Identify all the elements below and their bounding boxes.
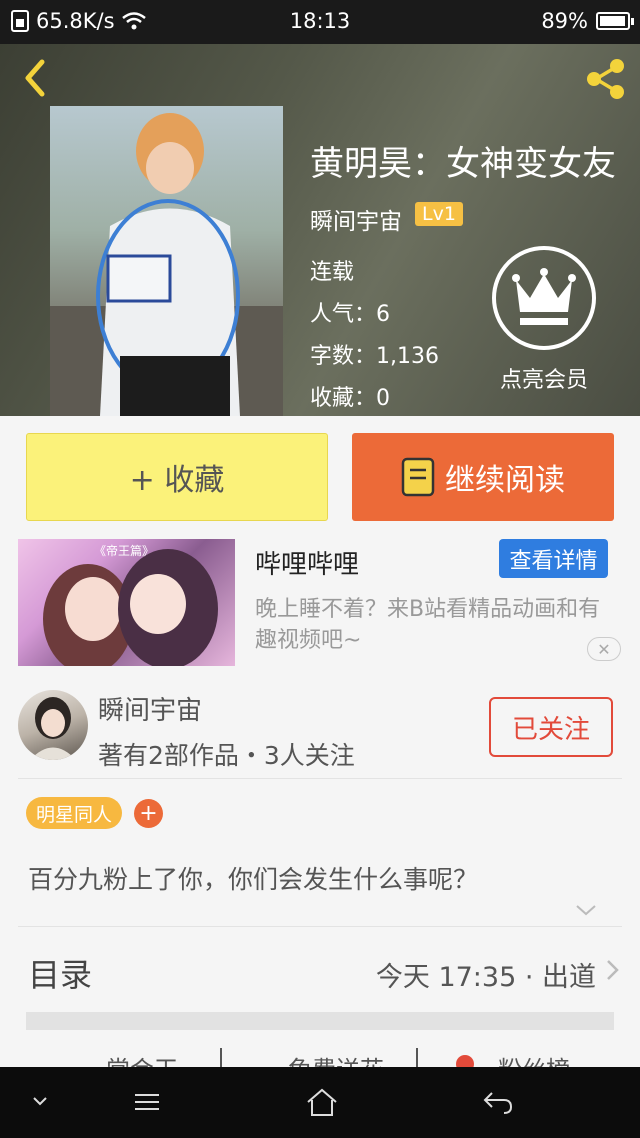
- add-tag-button[interactable]: +: [134, 799, 163, 828]
- cover-illustration: [50, 113, 283, 416]
- book-word-count: 字数：1,136: [310, 344, 439, 369]
- book-cover[interactable]: [50, 106, 283, 416]
- book-icon: [401, 457, 435, 497]
- chevron-right-icon[interactable]: [602, 958, 622, 982]
- book-favorites: 收藏：0: [310, 386, 390, 411]
- back-icon[interactable]: [18, 58, 58, 98]
- share-icon[interactable]: [582, 56, 628, 102]
- ad-description[interactable]: 晚上睡不着？来B站看精品动画和有趣视频吧~: [255, 594, 620, 656]
- system-nav-bar: [0, 1067, 640, 1138]
- book-status: 连载: [310, 260, 355, 285]
- avatar-photo: [30, 697, 76, 760]
- toc-latest-update[interactable]: 今天 17:35 · 出道: [376, 955, 596, 994]
- book-author[interactable]: 瞬间宇宙: [310, 202, 402, 236]
- avatar[interactable]: [18, 690, 88, 760]
- menu-icon[interactable]: [132, 1087, 162, 1117]
- battery-percent: 89%: [541, 9, 588, 33]
- ad-image-caption: 《帝王篇》: [94, 544, 155, 558]
- follow-button[interactable]: 已关注: [489, 697, 613, 757]
- battery-icon: [596, 12, 634, 30]
- home-icon[interactable]: [305, 1087, 339, 1119]
- author-stats: 著有2部作品・3人关注: [98, 741, 355, 770]
- author-level-badge: Lv1: [415, 202, 463, 226]
- close-icon[interactable]: ✕: [587, 637, 621, 661]
- divider: [18, 778, 622, 779]
- back-arrow-icon[interactable]: [482, 1087, 514, 1117]
- crown-icon: [512, 268, 576, 325]
- divider: [18, 926, 622, 927]
- book-title: 黄明昊：女神变女友: [310, 144, 616, 184]
- favorite-button[interactable]: + 收藏: [26, 433, 328, 521]
- genre-tag[interactable]: 明星同人: [26, 797, 123, 829]
- favorite-label: + 收藏: [129, 463, 225, 498]
- author-name[interactable]: 瞬间宇宙: [98, 690, 202, 727]
- ad-image[interactable]: 《帝王篇》: [18, 539, 235, 666]
- book-header: 黄明昊：女神变女友 瞬间宇宙 Lv1 连载 人气：6 字数：1,136 收藏：0…: [0, 44, 640, 416]
- section-separator: [26, 1012, 614, 1030]
- ad-details-button[interactable]: 查看详情: [499, 539, 608, 578]
- ad-title[interactable]: 哔哩哔哩: [255, 544, 359, 581]
- status-bar: 65.8K/s 18:13 89%: [0, 0, 640, 44]
- vip-label[interactable]: 点亮会员: [478, 362, 610, 394]
- book-summary: 百分九粉上了你，你们会发生什么事呢？: [28, 865, 479, 894]
- continue-reading-button[interactable]: 继续阅读: [352, 433, 614, 521]
- book-popularity: 人气：6: [310, 302, 390, 327]
- bottom-tabs: 常会干 免费送花 粉丝榜: [0, 1040, 640, 1070]
- toc-label[interactable]: 目录: [28, 950, 92, 996]
- vip-button[interactable]: [492, 246, 596, 350]
- chevron-down-icon[interactable]: [30, 1095, 50, 1109]
- status-right: 89%: [541, 9, 634, 33]
- continue-reading-label: 继续阅读: [445, 463, 565, 498]
- chevron-down-icon[interactable]: [574, 898, 598, 922]
